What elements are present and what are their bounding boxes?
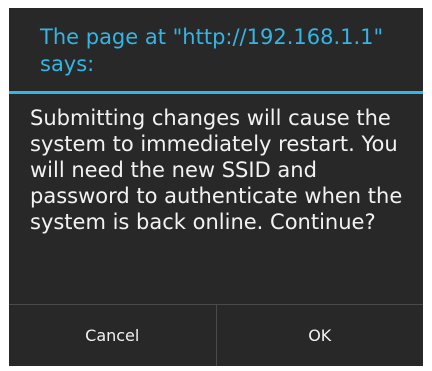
dialog-header: The page at "http://192.168.1.1" says:: [9, 8, 423, 94]
dialog-body: Submitting changes will cause the system…: [9, 94, 423, 304]
cancel-button[interactable]: Cancel: [9, 305, 216, 366]
dialog-message: Submitting changes will cause the system…: [30, 106, 403, 234]
dialog-title: The page at "http://192.168.1.1" says:: [40, 25, 384, 76]
ok-button[interactable]: OK: [217, 305, 424, 366]
dialog-button-bar: Cancel OK: [9, 305, 423, 366]
alert-dialog: The page at "http://192.168.1.1" says: S…: [9, 8, 423, 366]
